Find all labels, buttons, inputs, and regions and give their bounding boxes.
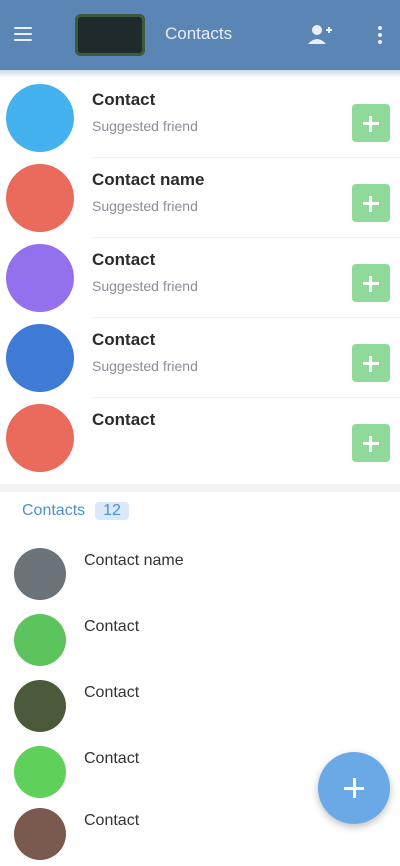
add-friend-button[interactable] xyxy=(352,104,390,142)
avatar xyxy=(6,324,74,392)
suggestion-row[interactable]: Contact Suggested friend xyxy=(0,238,400,318)
avatar xyxy=(6,164,74,232)
app-logo xyxy=(75,14,145,56)
contact-status xyxy=(84,774,224,792)
add-friend-button[interactable] xyxy=(352,344,390,382)
avatar xyxy=(14,680,66,732)
contact-name: Contact name xyxy=(84,552,184,569)
section-label: Contacts xyxy=(22,502,86,519)
contact-status xyxy=(84,642,224,660)
suggestion-subtitle xyxy=(92,438,322,458)
avatar xyxy=(14,614,66,666)
avatar xyxy=(14,808,66,860)
section-header: Contacts 12 xyxy=(22,502,222,530)
add-friend-button[interactable] xyxy=(352,264,390,302)
contact-name: Contact xyxy=(84,750,140,767)
add-friend-button[interactable] xyxy=(352,424,390,462)
app-bar: Contacts xyxy=(0,0,400,70)
avatar xyxy=(6,244,74,312)
suggestion-subtitle: Suggested friend xyxy=(92,198,198,214)
suggestion-row[interactable]: Contact xyxy=(0,398,400,478)
suggestion-name: Contact xyxy=(92,250,156,269)
contact-name: Contact xyxy=(84,618,140,635)
add-contact-fab[interactable] xyxy=(318,752,390,824)
app-bar-shadow xyxy=(0,70,400,78)
avatar xyxy=(14,548,66,600)
contact-name: Contact xyxy=(84,812,140,829)
avatar xyxy=(14,746,66,798)
avatar xyxy=(6,84,74,152)
suggestion-name: Contact name xyxy=(92,170,205,189)
suggestion-subtitle: Suggested friend xyxy=(92,118,198,134)
suggestion-row[interactable]: Contact Suggested friend xyxy=(0,318,400,398)
menu-icon[interactable] xyxy=(12,22,36,46)
contact-status xyxy=(84,576,224,594)
avatar xyxy=(6,404,74,472)
contact-name: Contact xyxy=(84,684,140,701)
section-divider xyxy=(0,484,400,492)
suggestion-row[interactable]: Contact Suggested friend xyxy=(0,78,400,158)
contact-row[interactable]: Contact name xyxy=(0,540,400,606)
suggestion-name: Contact xyxy=(92,410,156,429)
suggestion-row[interactable]: Contact name Suggested friend xyxy=(0,158,400,238)
add-friend-button[interactable] xyxy=(352,184,390,222)
more-vert-icon[interactable] xyxy=(370,20,390,50)
suggestion-name: Contact xyxy=(92,90,156,109)
contact-status xyxy=(84,708,224,726)
section-count-badge: 12 xyxy=(95,502,129,520)
suggestion-subtitle: Suggested friend xyxy=(92,278,198,294)
suggestion-subtitle: Suggested friend xyxy=(92,358,198,374)
page-title: Contacts xyxy=(165,24,233,43)
contact-row[interactable]: Contact xyxy=(0,606,400,672)
contact-row[interactable]: Contact xyxy=(0,672,400,738)
suggestion-name: Contact xyxy=(92,330,156,349)
person-add-icon[interactable] xyxy=(304,20,334,50)
